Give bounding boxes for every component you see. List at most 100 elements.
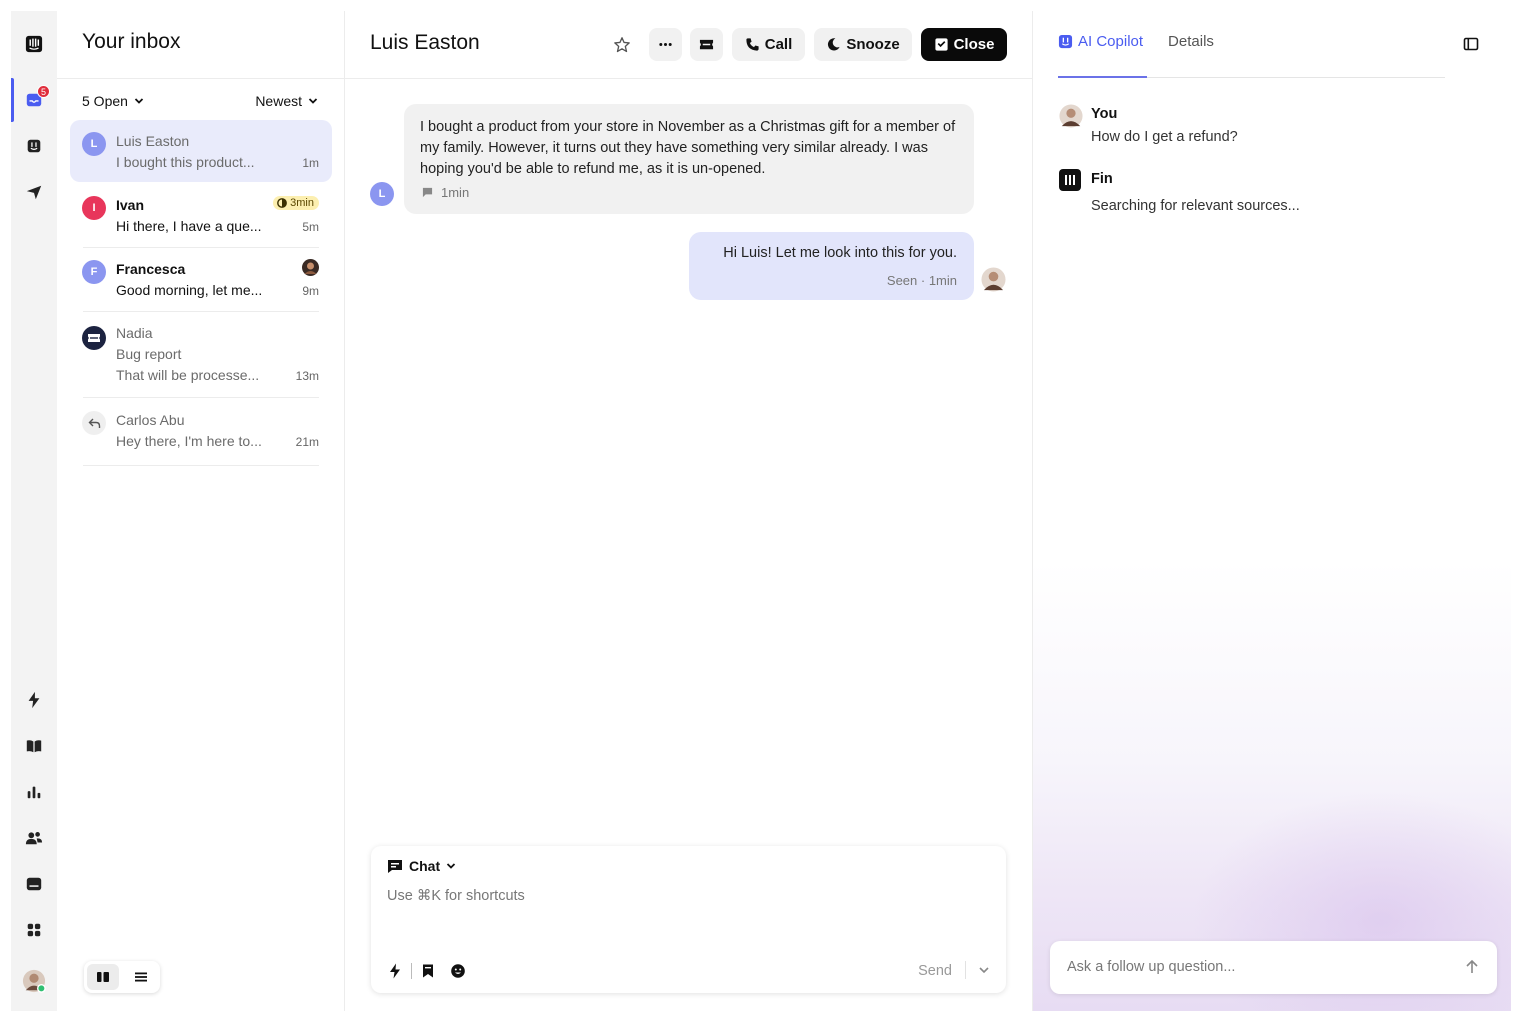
conversation-name: Luis Easton: [116, 133, 190, 149]
conversation-preview: Hi there, I have a que...: [116, 218, 262, 234]
tab-ai-copilot-label: AI Copilot: [1078, 33, 1144, 50]
bolt-icon[interactable]: [387, 963, 403, 979]
messages-icon[interactable]: [11, 865, 57, 903]
user-avatar[interactable]: [11, 962, 57, 1000]
conversation-name: Carlos Abu: [116, 412, 185, 428]
conversation-time: 1m: [302, 156, 319, 170]
open-filter-label: 5 Open: [82, 93, 128, 109]
you-label: You: [1091, 106, 1118, 122]
channel-selector[interactable]: Chat: [387, 858, 456, 874]
sort-filter[interactable]: Newest: [255, 93, 318, 109]
fin-icon: [1058, 34, 1073, 49]
conversation-item[interactable]: Carlos Abu Hey there, I'm here to... 21m: [70, 399, 332, 466]
conversation-item[interactable]: L Luis Easton I bought this product... 1…: [70, 120, 332, 182]
you-avatar: [1059, 104, 1083, 128]
open-filter[interactable]: 5 Open: [82, 93, 144, 109]
reports-icon[interactable]: [11, 773, 57, 811]
copilot-tabs: AI Copilot Details: [1058, 33, 1214, 50]
moon-icon: [828, 38, 840, 51]
more-button[interactable]: [649, 28, 682, 61]
inbox-icon[interactable]: [11, 81, 57, 119]
chat-icon: [422, 187, 433, 198]
columns-icon: [97, 972, 109, 982]
tab-ai-copilot[interactable]: AI Copilot: [1058, 33, 1143, 50]
assignee-avatar: [302, 259, 319, 276]
bookmark-icon[interactable]: [420, 963, 436, 979]
divider: [83, 465, 319, 466]
inbox-check-icon: [934, 38, 948, 51]
ticket-icon: [82, 326, 106, 350]
book-icon[interactable]: [11, 727, 57, 765]
split-view-button[interactable]: [87, 964, 119, 990]
copilot-input[interactable]: Ask a follow up question...: [1050, 941, 1497, 994]
outgoing-message: Hi Luis! Let me look into this for you. …: [689, 232, 974, 300]
divider: [345, 78, 1032, 79]
copilot-panel: AI Copilot Details You How do I get a re…: [1033, 11, 1511, 1011]
conversation-preview: I bought this product...: [116, 154, 255, 170]
fin-logo-icon: [1059, 169, 1081, 191]
sort-filter-label: Newest: [255, 93, 302, 109]
message-text: I bought a product from your store in No…: [420, 119, 956, 177]
divider: [57, 78, 344, 79]
conversation-name: Nadia: [116, 325, 153, 341]
message-meta: 1min: [422, 182, 469, 203]
reply-input[interactable]: Use ⌘K for shortcuts: [387, 888, 525, 904]
copilot-input-placeholder: Ask a follow up question...: [1067, 959, 1236, 975]
conversation-subject: Bug report: [116, 346, 182, 362]
call-label: Call: [764, 36, 793, 53]
conversation-name: Francesca: [116, 261, 186, 277]
avatar: L: [370, 182, 394, 206]
sla-badge: 3min: [273, 196, 319, 210]
arrow-up-icon[interactable]: [1465, 959, 1479, 975]
conversation-time: 5m: [302, 220, 319, 234]
ticket-icon: [699, 39, 714, 50]
bolt-icon[interactable]: [11, 681, 57, 719]
phone-icon: [746, 38, 759, 51]
intercom-logo-icon[interactable]: [11, 25, 57, 63]
ticket-button[interactable]: [690, 28, 723, 61]
chevron-down-icon: [446, 863, 456, 869]
avatar: L: [82, 132, 106, 156]
message-time: 1min: [441, 185, 470, 200]
contacts-icon[interactable]: [11, 819, 57, 857]
app-window: 5 Your inbox 5 Open Newest L Luis Easton…: [11, 11, 1511, 1011]
chevron-down-icon[interactable]: [978, 964, 990, 976]
outbound-icon[interactable]: [11, 173, 57, 211]
tab-details[interactable]: Details: [1168, 33, 1214, 50]
list-view-button[interactable]: [125, 964, 157, 990]
conversation-item[interactable]: Nadia Bug report That will be processe..…: [70, 312, 332, 398]
message-status: Seen · 1min: [886, 273, 957, 288]
snooze-button[interactable]: Snooze: [814, 28, 912, 61]
conversation-item[interactable]: I Ivan 3min Hi there, I have a que... 5m: [70, 184, 332, 248]
conversation-preview: That will be processe...: [116, 367, 260, 383]
fin-status: Searching for relevant sources...: [1091, 198, 1300, 214]
conversation-preview: Hey there, I'm here to...: [116, 433, 262, 449]
conversation-preview: Good morning, let me...: [116, 282, 263, 298]
snooze-label: Snooze: [846, 36, 900, 53]
reply-icon: [82, 411, 106, 435]
inbox-count-badge: 5: [37, 85, 50, 98]
chevron-down-icon: [308, 98, 318, 104]
inbox-list: Your inbox 5 Open Newest L Luis Easton I…: [57, 11, 345, 1011]
channel-label: Chat: [409, 858, 441, 874]
emoji-icon[interactable]: [450, 963, 466, 979]
conversation-item[interactable]: F Francesca Good morning, let me... 9m: [70, 248, 332, 312]
conversation-time: 21m: [295, 435, 319, 449]
clock-icon: [277, 198, 288, 208]
divider: [83, 397, 319, 398]
reply-composer: Chat Use ⌘K for shortcuts Send: [371, 846, 1006, 993]
send-button[interactable]: Send: [918, 963, 952, 979]
apps-icon[interactable]: [11, 911, 57, 949]
more-icon: [659, 43, 672, 46]
active-tab-indicator: [1058, 76, 1147, 78]
star-icon[interactable]: [613, 36, 631, 54]
fin-label: Fin: [1091, 171, 1113, 187]
sidebar-toggle-icon[interactable]: [1463, 36, 1479, 52]
call-button[interactable]: Call: [732, 28, 805, 61]
fin-icon[interactable]: [11, 127, 57, 165]
divider: [411, 963, 412, 979]
chat-icon: [388, 859, 402, 873]
inbox-title: Your inbox: [82, 30, 181, 53]
conversation-title: Luis Easton: [370, 31, 480, 54]
close-button[interactable]: Close: [921, 28, 1007, 61]
